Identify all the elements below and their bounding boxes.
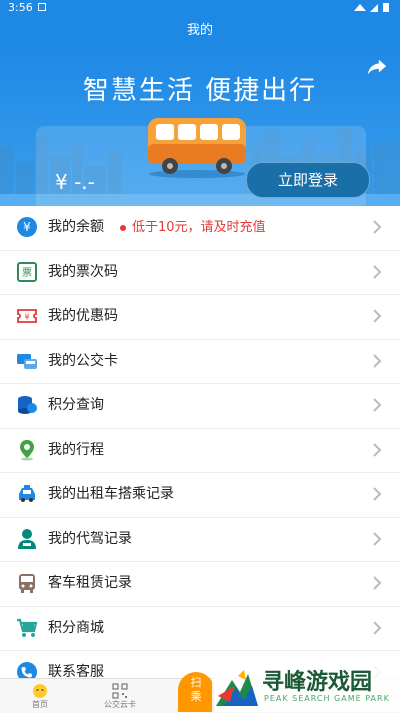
notification-icon bbox=[38, 3, 46, 11]
yen-icon: ¥ bbox=[17, 217, 37, 237]
status-bar: 3:56 bbox=[0, 0, 400, 16]
menu-item-bus-card[interactable]: 我的公交卡 bbox=[0, 339, 400, 384]
ticket-icon: 票 bbox=[17, 261, 37, 282]
svg-text:¥: ¥ bbox=[24, 313, 29, 322]
home-icon bbox=[33, 684, 47, 698]
status-time: 3:56 bbox=[8, 1, 33, 14]
chevron-right-icon bbox=[373, 398, 382, 412]
bus-illustration bbox=[148, 118, 246, 178]
menu-item-balance[interactable]: ¥ 我的余额 低于10元，请及时充值 bbox=[0, 206, 400, 251]
menu-item-points-mall[interactable]: 积分商城 bbox=[0, 606, 400, 651]
chevron-right-icon bbox=[373, 620, 382, 635]
menu-item-driver-records[interactable]: 我的代驾记录 bbox=[0, 517, 400, 562]
hero-banner: 智慧生活 便捷出行 ¥ -.- 立即登录 bbox=[0, 46, 400, 206]
share-icon[interactable] bbox=[366, 56, 388, 78]
scan-ride-button[interactable]: 扫 乘 bbox=[178, 672, 214, 712]
menu-item-trips[interactable]: 我的行程 bbox=[0, 428, 400, 473]
menu-item-ticket-code[interactable]: 票 我的票次码 bbox=[0, 250, 400, 295]
chevron-right-icon bbox=[373, 442, 382, 457]
bus-card-icon bbox=[17, 353, 37, 369]
watermark-subtitle: PEAK SEARCH GAME PARK bbox=[264, 694, 390, 703]
page-title: 我的 bbox=[0, 16, 400, 46]
menu-item-label: 我的余额 bbox=[48, 219, 104, 235]
chevron-right-icon bbox=[373, 531, 382, 546]
hero-slogan: 智慧生活 便捷出行 bbox=[82, 76, 318, 106]
watermark: 寻峰游戏园 PEAK SEARCH GAME PARK bbox=[212, 662, 400, 712]
coach-icon bbox=[19, 574, 35, 593]
chevron-right-icon bbox=[373, 309, 382, 323]
chevron-right-icon bbox=[373, 220, 382, 234]
menu-item-label: 我的出租车搭乘记录 bbox=[48, 486, 174, 502]
login-button[interactable]: 立即登录 bbox=[246, 162, 370, 198]
chevron-right-icon bbox=[373, 576, 382, 590]
location-pin-icon bbox=[20, 439, 34, 460]
tab-home-label: 首页 bbox=[32, 700, 48, 709]
menu-item-label: 积分商城 bbox=[48, 619, 104, 636]
watermark-title: 寻峰游戏园 bbox=[262, 670, 373, 695]
menu-item-coupon-code[interactable]: ¥ 我的优惠码 bbox=[0, 295, 400, 340]
menu-item-label: 客车租赁记录 bbox=[48, 575, 132, 591]
coupon-icon: ¥ bbox=[17, 309, 37, 323]
cart-icon bbox=[17, 618, 38, 637]
menu-item-label: 我的优惠码 bbox=[48, 308, 118, 324]
system-icons bbox=[352, 1, 392, 16]
taxi-icon bbox=[19, 485, 35, 502]
tab-home[interactable]: 首页 bbox=[10, 679, 70, 710]
menu-item-coach-rental[interactable]: 客车租赁记录 bbox=[0, 562, 400, 607]
chevron-right-icon bbox=[373, 487, 382, 501]
menu-item-label: 我的公交卡 bbox=[48, 352, 118, 369]
menu-item-taxi-records[interactable]: 我的出租车搭乘记录 bbox=[0, 473, 400, 518]
coins-icon bbox=[18, 396, 37, 414]
tab-card-label: 公交云卡 bbox=[104, 700, 136, 709]
menu-list: ¥ 我的余额 低于10元，请及时充值 票 我的票次码 ¥ 我的优惠码 我的公交卡 bbox=[0, 206, 400, 696]
svg-text:票: 票 bbox=[22, 267, 32, 279]
menu-item-label: 我的行程 bbox=[48, 441, 104, 458]
chevron-right-icon bbox=[373, 353, 382, 368]
scan-ride-label: 扫 乘 bbox=[190, 676, 202, 703]
signal-battery-icon bbox=[354, 3, 389, 12]
tab-bus-cloud-card[interactable]: 公交云卡 bbox=[90, 679, 150, 710]
qr-code-icon bbox=[112, 683, 128, 699]
menu-item-points-query[interactable]: 积分查询 bbox=[0, 384, 400, 429]
mountain-logo-icon bbox=[216, 670, 258, 706]
svg-text:¥: ¥ bbox=[23, 220, 31, 234]
chevron-right-icon bbox=[373, 264, 382, 279]
menu-item-label: 积分查询 bbox=[48, 397, 104, 413]
menu-item-label: 我的代驾记录 bbox=[48, 530, 132, 547]
balance-amount: ¥ -.- bbox=[55, 170, 95, 194]
driver-icon bbox=[18, 528, 36, 549]
low-balance-notice: 低于10元，请及时充值 bbox=[120, 206, 266, 249]
menu-item-label: 我的票次码 bbox=[48, 263, 118, 280]
